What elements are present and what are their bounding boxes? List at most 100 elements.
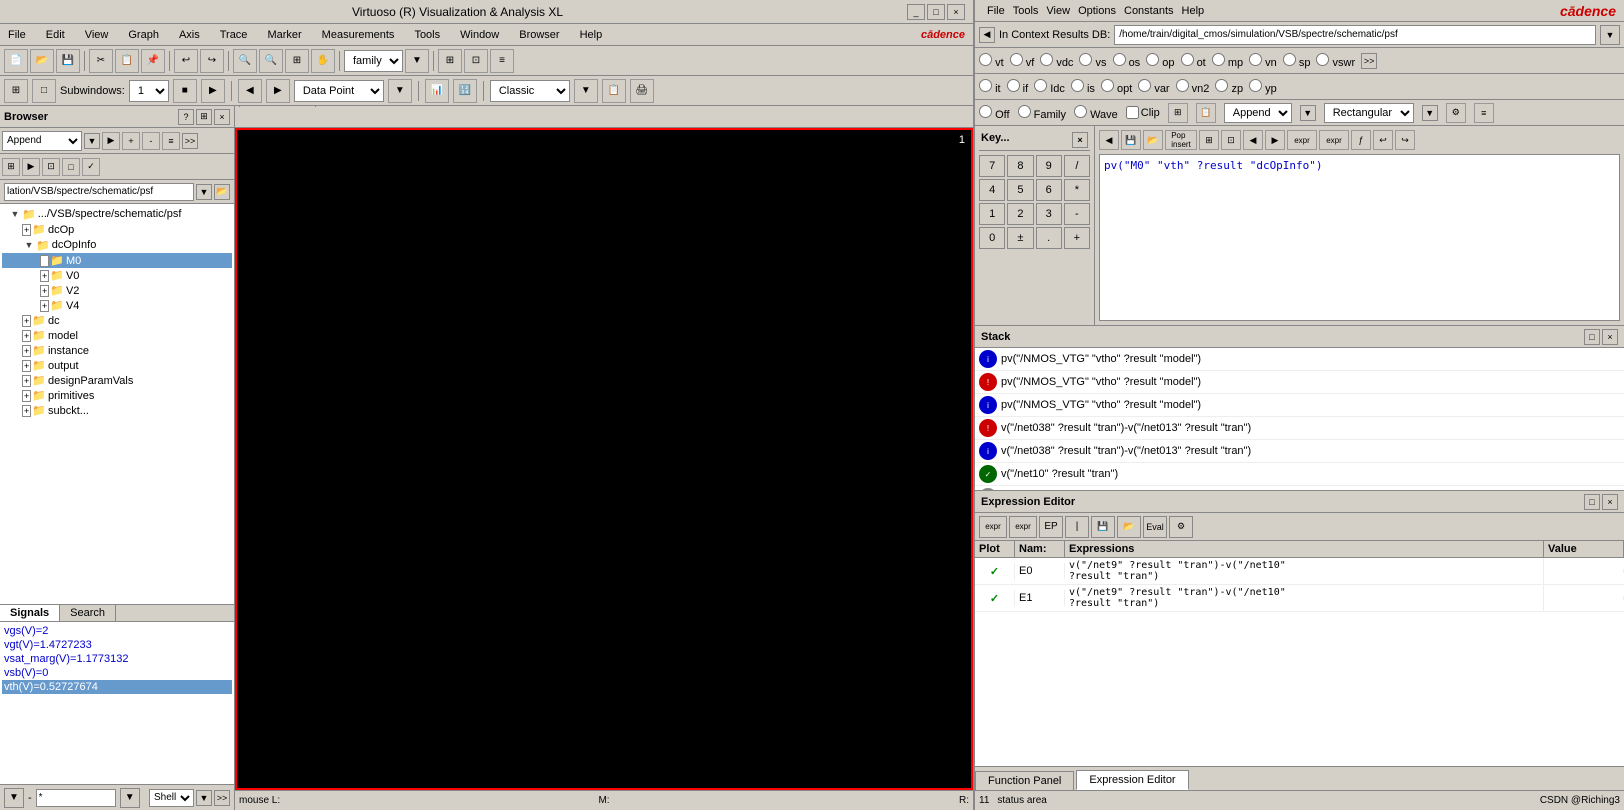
mode-wave-label[interactable]: Wave — [1074, 105, 1118, 121]
radio-vs[interactable] — [1079, 53, 1092, 66]
stack-item-6[interactable]: 🖼 v("/net013" ?result "tran") — [975, 486, 1624, 490]
stack-maximize[interactable]: □ — [1584, 329, 1600, 345]
menu-graph[interactable]: Graph — [124, 27, 163, 43]
dropdown-btn[interactable]: ▼ — [405, 49, 429, 73]
filter-icon[interactable]: ▼ — [4, 788, 24, 808]
tb2-print[interactable]: 🖨 — [630, 79, 654, 103]
redo-button[interactable]: ↪ — [200, 49, 224, 73]
radio-is-label[interactable]: is — [1071, 79, 1095, 95]
mode-off[interactable] — [979, 105, 992, 118]
tree-item-designparam[interactable]: + 📁 designParamVals — [2, 373, 232, 388]
expr-save-btn[interactable]: 💾 — [1121, 130, 1141, 150]
radio-op[interactable] — [1146, 53, 1159, 66]
kp-2[interactable]: 2 — [1007, 203, 1033, 225]
br2-btn5[interactable]: ✓ — [82, 158, 100, 176]
expand-primitives[interactable]: + — [22, 390, 31, 402]
radio-vswr-label[interactable]: vswr — [1316, 53, 1355, 69]
tb2-next[interactable]: ▶ — [266, 79, 290, 103]
expand-model[interactable]: + — [22, 330, 31, 342]
browser-close[interactable]: × — [214, 109, 230, 125]
mode-clip-label[interactable]: Clip — [1126, 106, 1160, 119]
kp-pm[interactable]: ± — [1007, 227, 1033, 249]
radio-opt-label[interactable]: opt — [1101, 79, 1132, 95]
kp-3[interactable]: 3 — [1036, 203, 1062, 225]
expr-btn8[interactable]: ▶ — [1265, 130, 1285, 150]
shell-select[interactable]: Shell — [149, 789, 194, 807]
kp-8[interactable]: 8 — [1007, 155, 1033, 177]
kp-mul[interactable]: * — [1064, 179, 1090, 201]
menu-marker[interactable]: Marker — [263, 27, 305, 43]
expr-btn9[interactable]: expr — [1287, 130, 1317, 150]
ee-expr-btn2[interactable]: expr — [1009, 516, 1037, 538]
radio-yp[interactable] — [1249, 79, 1262, 92]
radio-var[interactable] — [1138, 79, 1151, 92]
kp-7[interactable]: 7 — [979, 155, 1005, 177]
br-btn4[interactable]: ≡ — [162, 132, 180, 150]
br2-btn1[interactable]: ⊞ — [2, 158, 20, 176]
open-button[interactable]: 📂 — [30, 49, 54, 73]
radio-vt-label[interactable]: vt — [979, 53, 1004, 69]
kp-dot[interactable]: . — [1036, 227, 1062, 249]
subwindows-select[interactable]: 1 — [129, 80, 169, 102]
tb-btn-extra1[interactable]: ⊞ — [438, 49, 462, 73]
mode-list[interactable]: ≡ — [1474, 103, 1494, 123]
mode-family-label[interactable]: Family — [1018, 105, 1066, 121]
kp-div[interactable]: / — [1064, 155, 1090, 177]
tb2-dropdown[interactable]: ▼ — [388, 79, 412, 103]
br-expand[interactable]: >> — [182, 133, 198, 149]
path-folder[interactable]: 📂 — [214, 184, 230, 200]
radio-vt[interactable] — [979, 53, 992, 66]
kp-add[interactable]: + — [1064, 227, 1090, 249]
tb2-prev[interactable]: ◀ — [238, 79, 262, 103]
radio-idc[interactable] — [1034, 79, 1047, 92]
signal-vgt[interactable]: vgt(V)=1.4727233 — [2, 638, 232, 652]
kp-0[interactable]: 0 — [979, 227, 1005, 249]
menu-tools[interactable]: Tools — [410, 27, 444, 43]
data-point-select[interactable]: Data Point — [294, 80, 384, 102]
stack-item-1[interactable]: ! pv("/NMOS_VTG" "vtho" ?result "model") — [975, 371, 1624, 394]
br-btn3[interactable]: - — [142, 132, 160, 150]
radio-op-label[interactable]: op — [1146, 53, 1174, 69]
ee-save-btn[interactable]: 💾 — [1091, 516, 1115, 538]
tb-btn-extra2[interactable]: ⊡ — [464, 49, 488, 73]
pan-button[interactable]: ✋ — [311, 49, 335, 73]
expand-root[interactable]: ▼ — [8, 207, 22, 221]
expand-subckt[interactable]: + — [22, 405, 31, 417]
tb2-btn1[interactable]: ⊞ — [4, 79, 28, 103]
append-select[interactable]: Append — [2, 131, 82, 151]
tb2-btn3[interactable]: ■ — [173, 79, 197, 103]
shell-dropdown[interactable]: ▼ — [196, 790, 212, 806]
filter-dropdown-btn[interactable]: ▼ — [120, 788, 140, 808]
family-select[interactable]: family — [344, 50, 403, 72]
rectangular-select[interactable]: Rectangular — [1324, 103, 1414, 123]
undo-button[interactable]: ↩ — [174, 49, 198, 73]
tb2-btn4[interactable]: ▶ — [201, 79, 225, 103]
expand-designparam[interactable]: + — [22, 375, 31, 387]
signal-vgs[interactable]: vgs(V)=2 — [2, 624, 232, 638]
path-btn[interactable]: ▼ — [196, 184, 212, 200]
expand-instance[interactable]: + — [22, 345, 31, 357]
mode-off-label[interactable]: Off — [979, 105, 1010, 121]
tab-expression-editor[interactable]: Expression Editor — [1076, 770, 1188, 790]
tab-function-panel[interactable]: Function Panel — [975, 771, 1074, 790]
ee-ep-btn[interactable]: EP — [1039, 516, 1063, 538]
ee-open-btn[interactable]: 📂 — [1117, 516, 1141, 538]
tree-item-v4[interactable]: + 📁 V4 — [2, 298, 232, 313]
fit-button[interactable]: ⊞ — [285, 49, 309, 73]
expr-editor-maximize[interactable]: □ — [1584, 494, 1600, 510]
radio-vswr[interactable] — [1316, 53, 1329, 66]
et-row-0[interactable]: ✓ E0 v("/net9" ?result "tran")-v("/net10… — [975, 558, 1624, 585]
menu-measurements[interactable]: Measurements — [318, 27, 399, 43]
menu-help[interactable]: Help — [576, 27, 607, 43]
kp-4[interactable]: 4 — [979, 179, 1005, 201]
tb2-copy-win[interactable]: 📋 — [602, 79, 626, 103]
br-btn1[interactable]: ▶ — [102, 132, 120, 150]
minimize-button[interactable]: _ — [907, 4, 925, 20]
results-db-dropdown[interactable]: ▼ — [1600, 25, 1620, 45]
kp-5[interactable]: 5 — [1007, 179, 1033, 201]
tree-item-v2[interactable]: + 📁 V2 — [2, 283, 232, 298]
expr-redo-btn[interactable]: ↪ — [1395, 130, 1415, 150]
radio-vn2[interactable] — [1176, 79, 1189, 92]
append-dropdown-right[interactable]: ▼ — [1300, 105, 1316, 121]
append-dropdown[interactable]: ▼ — [84, 133, 100, 149]
